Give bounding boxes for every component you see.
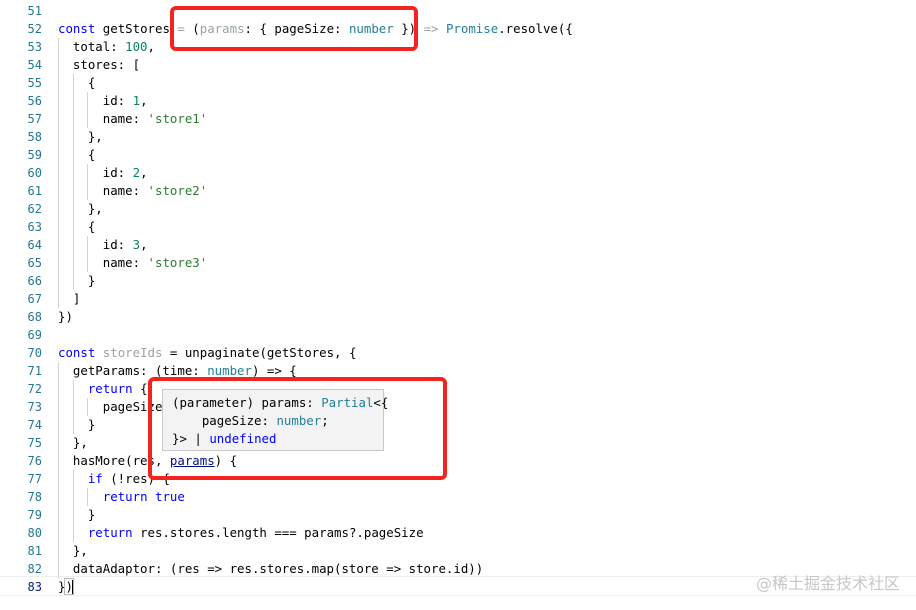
code-line-70: const storeIds = unpaginate(getStores, { <box>58 345 357 360</box>
line-number: 67 <box>27 292 42 306</box>
line-number: 53 <box>27 40 42 54</box>
highlight-box-tooltip <box>148 377 447 480</box>
line-number: 72 <box>27 382 42 396</box>
line-number: 58 <box>27 130 42 144</box>
code-line-61: name: 'store2' <box>58 182 208 200</box>
line-number: 64 <box>27 238 42 252</box>
line-number: 56 <box>27 94 42 108</box>
line-number: 79 <box>27 508 42 522</box>
code-line-68: }) <box>58 309 73 324</box>
line-number: 77 <box>27 472 42 486</box>
line-number: 62 <box>27 202 42 216</box>
line-number: 66 <box>27 274 42 288</box>
line-number: 59 <box>27 148 42 162</box>
line-number: 54 <box>27 58 42 72</box>
line-number: 60 <box>27 166 42 180</box>
code-line-59: { <box>58 146 96 164</box>
line-number: 69 <box>27 328 42 342</box>
code-area[interactable]: const getStores = (params: { pageSize: n… <box>58 2 916 596</box>
line-number: 76 <box>27 454 42 468</box>
code-line-60: id: 2, <box>58 164 148 182</box>
line-number: 68 <box>27 310 42 324</box>
line-number: 80 <box>27 526 42 540</box>
code-line-54: stores: [ <box>58 56 141 74</box>
line-number: 51 <box>27 4 42 18</box>
line-number: 78 <box>27 490 42 504</box>
code-line-56: id: 1, <box>58 92 148 110</box>
code-line-63: { <box>58 218 96 236</box>
code-line-79: } <box>58 506 96 524</box>
code-line-62: }, <box>58 200 103 218</box>
line-number-gutter: 51 52 53 54 55 56 57 58 59 60 61 62 63 64 65 66 67 68 69 70… <box>0 2 42 596</box>
code-line-57: name: 'store1' <box>58 110 208 128</box>
line-number: 71 <box>27 364 42 378</box>
line-number: 73 <box>27 400 42 414</box>
line-number: 70 <box>27 346 42 360</box>
line-number: 82 <box>27 562 42 576</box>
highlight-box-params-signature <box>170 6 418 51</box>
code-editor[interactable]: 51 52 53 54 55 56 57 58 59 60 61 62 63 64 65 66 67 68 69 70… <box>0 0 916 610</box>
line-number: 52 <box>27 22 42 36</box>
code-line-80: return res.stores.length === params?.pag… <box>58 524 916 542</box>
code-line-67: ] <box>58 290 81 308</box>
code-line-78: return true <box>58 488 916 506</box>
code-line-81: }, <box>58 542 88 560</box>
line-number: 65 <box>27 256 42 270</box>
code-line-55: { <box>58 74 96 92</box>
line-number: 75 <box>27 436 42 450</box>
code-line-65: name: 'store3' <box>58 254 208 272</box>
line-number: 63 <box>27 220 42 234</box>
line-number: 57 <box>27 112 42 126</box>
code-line-58: }, <box>58 128 103 146</box>
line-number: 83 <box>27 580 42 594</box>
code-line-66: } <box>58 272 96 290</box>
code-line-64: id: 3, <box>58 236 148 254</box>
line-number: 61 <box>27 184 42 198</box>
text-cursor <box>71 580 74 595</box>
watermark: @稀土掘金技术社区 <box>755 574 900 593</box>
line-number: 81 <box>27 544 42 558</box>
line-number: 74 <box>27 418 42 432</box>
line-number: 55 <box>27 76 42 90</box>
